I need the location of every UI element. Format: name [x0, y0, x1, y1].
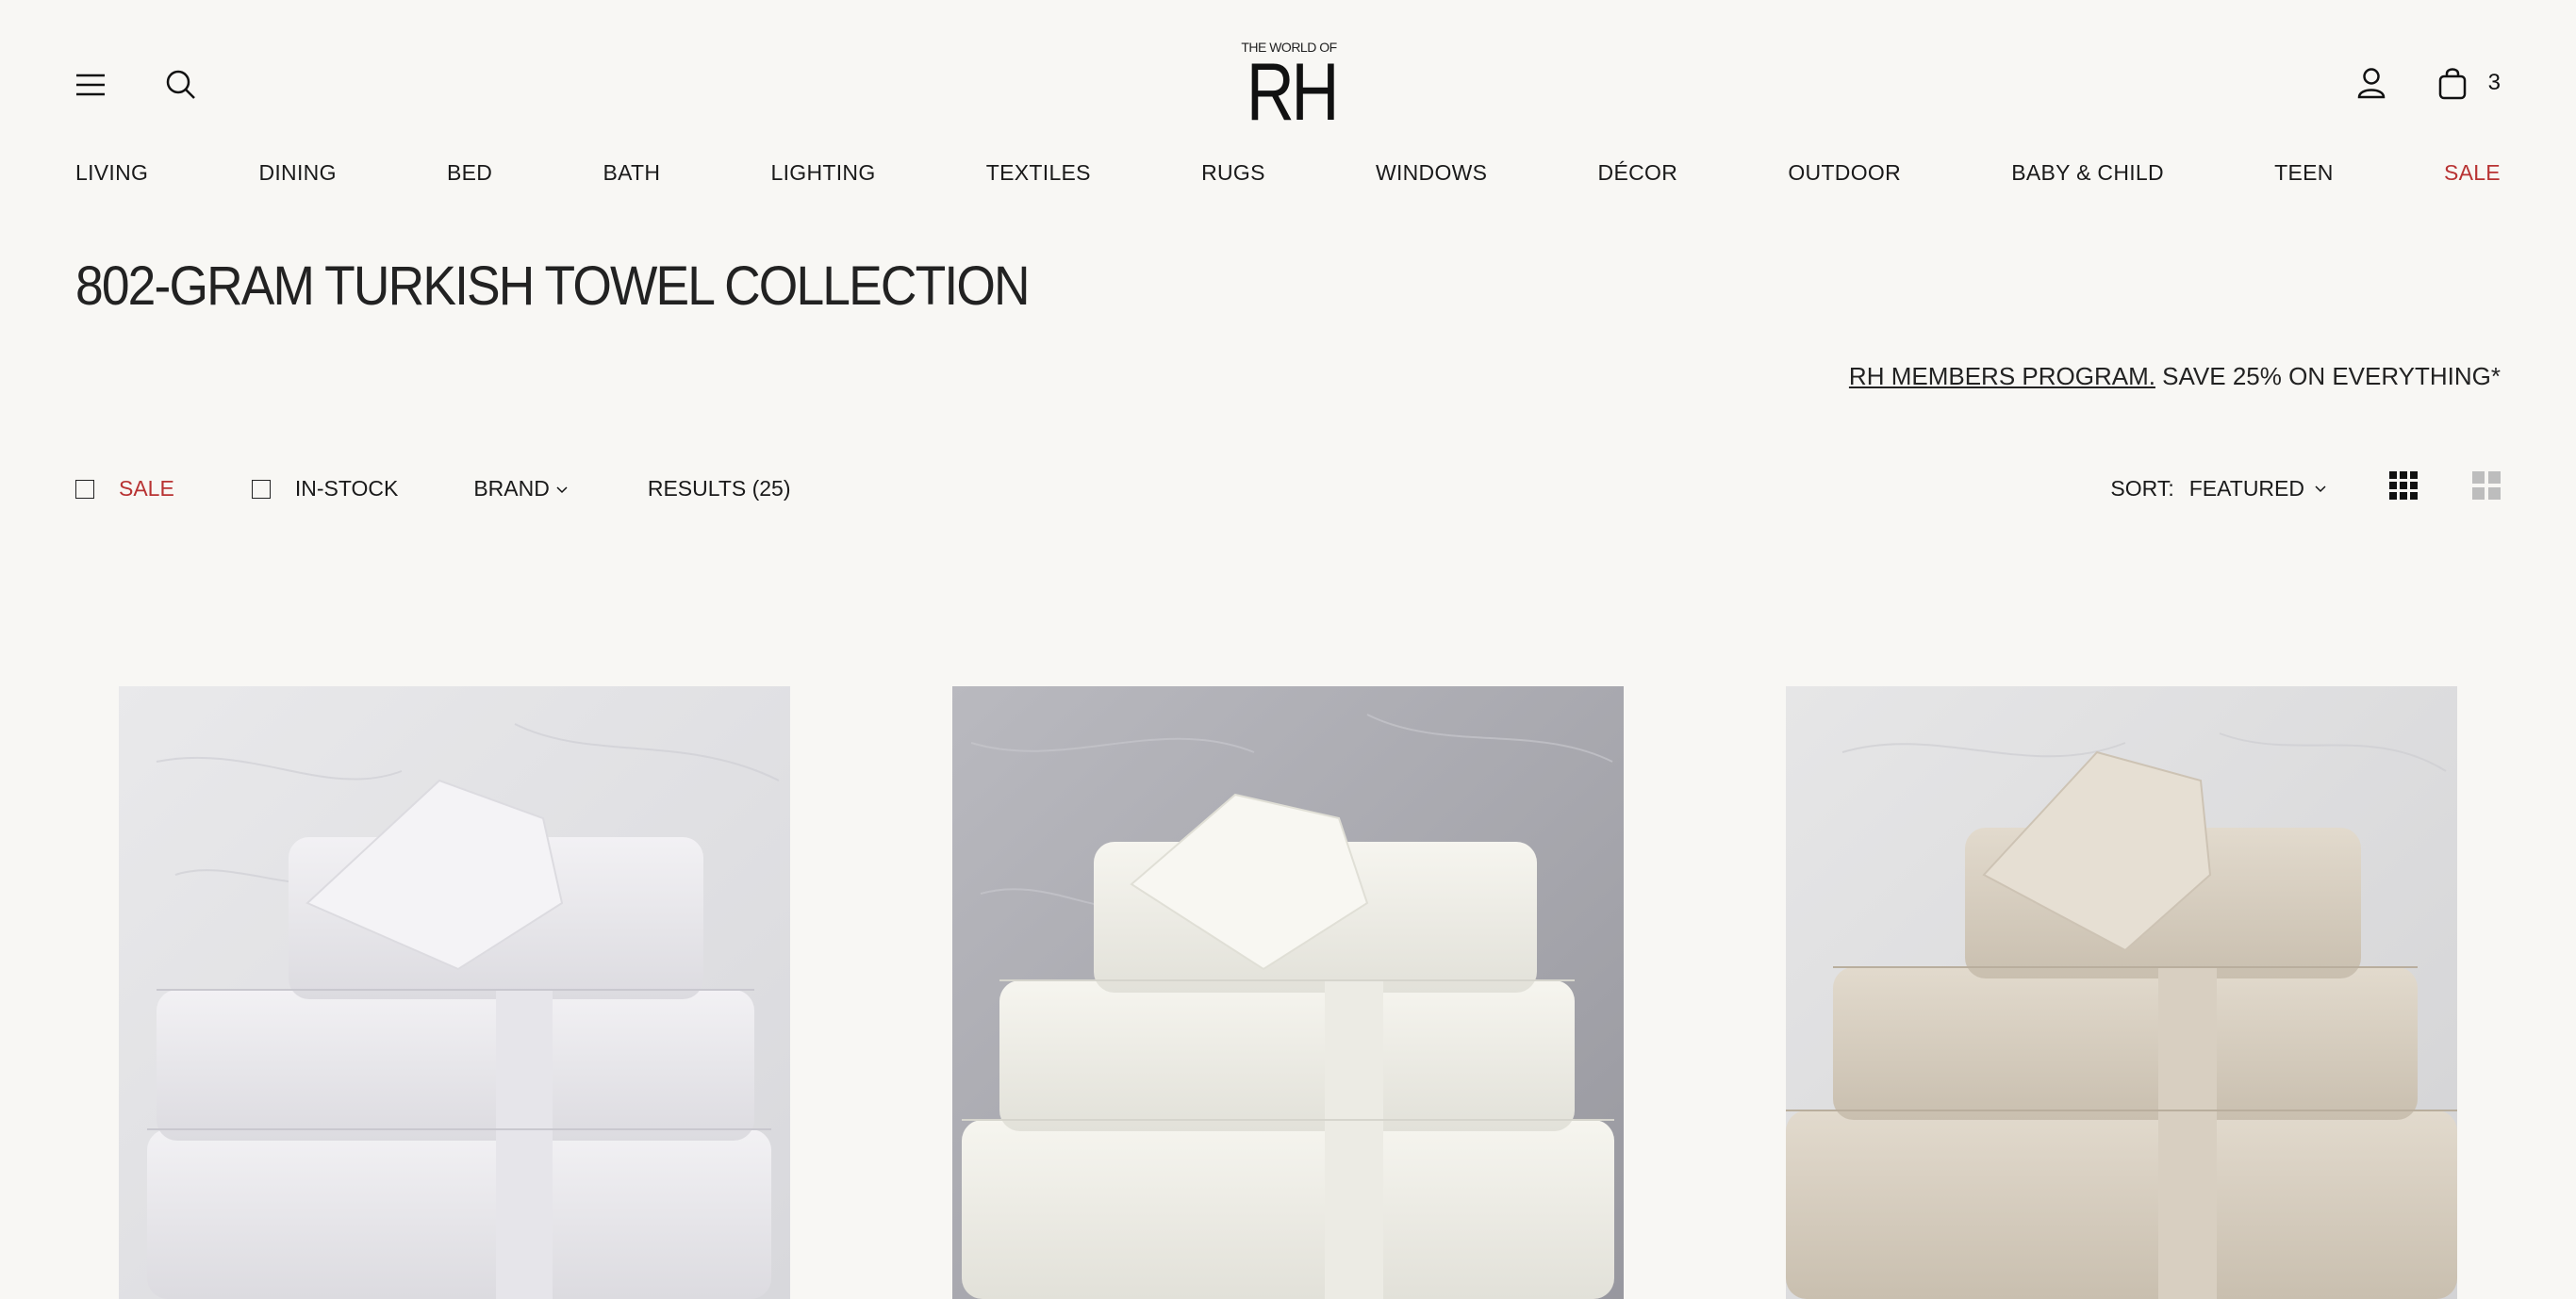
- rh-logo[interactable]: THE WORLD OF RH: [1237, 40, 1341, 138]
- chevron-down-icon: [2315, 485, 2326, 493]
- product-grid: [0, 686, 2576, 1299]
- page: THE WORLD OF RH 3 LIVING DINING BED BATH…: [0, 0, 2576, 1299]
- nav-item-lighting[interactable]: LIGHTING: [771, 160, 876, 186]
- nav-item-rugs[interactable]: RUGS: [1201, 160, 1265, 186]
- user-icon[interactable]: [2354, 64, 2388, 102]
- sort-label: SORT:: [2110, 475, 2174, 501]
- sale-filter-checkbox[interactable]: SALE: [75, 476, 174, 502]
- results-count: RESULTS (25): [647, 476, 791, 501]
- hamburger-icon[interactable]: [74, 66, 107, 104]
- nav-item-bed[interactable]: BED: [447, 160, 492, 186]
- checkbox-square: [75, 479, 94, 499]
- header-right: 3: [2354, 64, 2501, 102]
- search-icon[interactable]: [164, 66, 198, 104]
- nav-item-windows[interactable]: WINDOWS: [1376, 160, 1487, 186]
- grid-3-view-icon[interactable]: [2389, 471, 2418, 505]
- page-title: 802-GRAM TURKISH TOWEL COLLECTION: [75, 255, 1031, 317]
- nav-item-bath[interactable]: BATH: [603, 160, 660, 186]
- sand-towel-stack-image: [1786, 686, 2457, 1299]
- members-program-link[interactable]: RH MEMBERS PROGRAM.: [1849, 362, 2155, 390]
- sort-dropdown[interactable]: FEATURED: [2189, 476, 2327, 502]
- members-promo: RH MEMBERS PROGRAM. SAVE 25% ON EVERYTHI…: [1849, 362, 2501, 391]
- ivory-towel-stack-image: [952, 686, 1624, 1299]
- cart-button[interactable]: 3: [2436, 64, 2501, 102]
- filter-bar: SALE IN-STOCK BRAND RESULTS (25): [75, 476, 791, 502]
- grid-2-view-icon[interactable]: [2472, 471, 2501, 505]
- sort-value: FEATURED: [2188, 475, 2304, 501]
- product-card-white-towel-stack[interactable]: [119, 686, 790, 1299]
- nav-item-baby-child[interactable]: BABY & CHILD: [2011, 160, 2164, 186]
- sale-filter-label: SALE: [119, 476, 174, 501]
- main-nav: LIVING DINING BED BATH LIGHTING TEXTILES…: [75, 160, 2501, 186]
- nav-item-teen[interactable]: TEEN: [2274, 160, 2334, 186]
- logo-mark: RH: [1246, 47, 1340, 138]
- nav-item-decor[interactable]: DÉCOR: [1598, 160, 1678, 186]
- nav-item-dining[interactable]: DINING: [258, 160, 336, 186]
- instock-filter-label: IN-STOCK: [294, 476, 399, 501]
- cart-count: 3: [2487, 70, 2501, 95]
- nav-item-living[interactable]: LIVING: [75, 160, 148, 186]
- checkbox-square: [251, 479, 271, 499]
- product-card-ivory-towel-stack[interactable]: [952, 686, 1624, 1299]
- white-towel-stack-image: [119, 686, 790, 1299]
- nav-item-sale[interactable]: SALE: [2444, 160, 2501, 186]
- nav-item-textiles[interactable]: TEXTILES: [986, 160, 1091, 186]
- nav-item-outdoor[interactable]: OUTDOOR: [1788, 160, 1901, 186]
- brand-filter-label: BRAND: [473, 476, 550, 501]
- shopping-bag-icon: [2436, 64, 2469, 102]
- brand-filter-dropdown[interactable]: BRAND: [473, 476, 569, 502]
- chevron-down-icon: [556, 485, 568, 493]
- promo-text: SAVE 25% ON EVERYTHING*: [2155, 362, 2501, 390]
- product-card-sand-towel-stack[interactable]: [1786, 686, 2457, 1299]
- instock-filter-checkbox[interactable]: IN-STOCK: [251, 476, 399, 502]
- sort-controls: SORT: FEATURED: [2110, 471, 2501, 505]
- header-left: [74, 66, 198, 104]
